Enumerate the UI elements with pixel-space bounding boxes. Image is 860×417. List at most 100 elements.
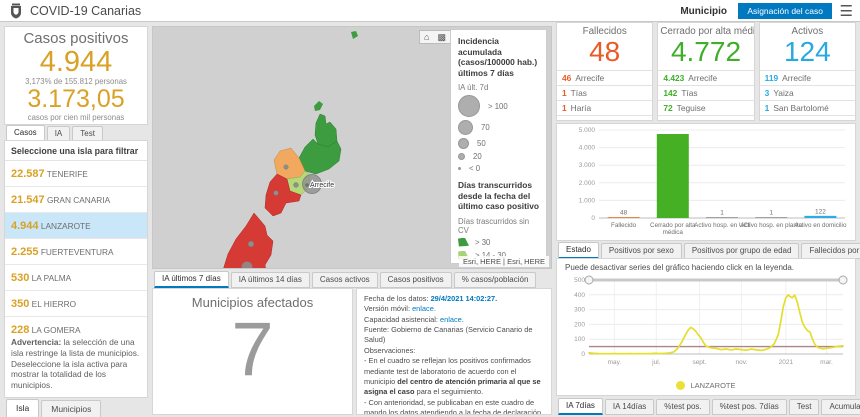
legend-size-row: < 0 [458, 164, 539, 173]
svg-text:3.000: 3.000 [579, 162, 596, 169]
stat-value: 124 [760, 37, 855, 68]
map-panel[interactable]: Arrecife ⌂ ▩ Incidencia acumulada (casos… [152, 26, 552, 269]
stat-row-arrecife[interactable]: 119Arrecife [760, 70, 855, 85]
svg-text:500: 500 [574, 277, 585, 284]
legend-title: Incidencia acumulada (casos/100000 hab.)… [458, 36, 539, 78]
timeline-panel: Puede desactivar series del gráfico haci… [556, 258, 856, 396]
bar-fallecido[interactable] [608, 217, 640, 218]
svg-text:100: 100 [574, 336, 585, 343]
legend-day-row: > 30 [458, 238, 539, 247]
island-row-fuerteventura[interactable]: 2.255 FUERTEVENTURA [5, 239, 147, 265]
stat-row-arrecife[interactable]: 4.423Arrecife [658, 70, 753, 85]
map-symbol-san-bartolome [294, 183, 299, 188]
svg-text:0: 0 [591, 215, 595, 222]
stat-row-san-bartolom[interactable]: 0San Bartolomé [557, 115, 652, 121]
stat-row-yaiza[interactable]: 3Yaiza [760, 85, 855, 100]
time-slider-handle-right[interactable] [839, 276, 847, 284]
tab-ia-7d-as[interactable]: IA 7días [558, 398, 603, 415]
circle-size-icon [458, 153, 465, 160]
tab-acumulado[interactable]: Acumulado [821, 399, 860, 415]
tab-isla[interactable]: Isla [6, 399, 39, 417]
legend-subtitle: IA últ. 7d [458, 83, 539, 92]
stat-row-t-as[interactable]: 142Tías [658, 85, 753, 100]
tab-ia-ltimos-7-d-as[interactable]: IA últimos 7 días [154, 271, 229, 288]
bar-activo-en-domicilio[interactable] [804, 216, 836, 218]
stat-cards: Fallecidos48 46Arrecife1Tías1Haría0San Ba… [556, 22, 856, 121]
stat-value: 4.772 [658, 37, 753, 68]
data-source: Fuente: Gobierno de Canarias (Servicio C… [364, 325, 544, 346]
island-filter-panel: Seleccione una isla para filtrar 22.587 … [4, 140, 148, 398]
bar-activo-hosp-en-planta[interactable] [755, 217, 787, 218]
bar-cerrado-por-alta-m-dica[interactable] [657, 134, 689, 218]
estado-chart-panel: 01.0002.0003.0004.0005.00048FallecidoCer… [556, 123, 856, 241]
hamburger-menu-icon[interactable]: ☰ [840, 2, 853, 20]
map-attribution: Esri, HERE | Esri, HERE [459, 256, 549, 267]
svg-text:2.000: 2.000 [579, 180, 596, 187]
map-symbol-tinajo [284, 165, 288, 169]
header-bar: COVID-19 Canarias Municipio Asignación d… [0, 0, 860, 22]
tab-municipios[interactable]: Municipios [41, 400, 101, 417]
svg-text:122: 122 [815, 208, 826, 215]
stat-row-har-a[interactable]: 1Haría [557, 100, 652, 115]
time-slider-handle-left[interactable] [585, 276, 593, 284]
asignacion-del-caso-button[interactable]: Asignación del caso [738, 3, 832, 19]
casos-rate: 3.173,05 [5, 86, 147, 112]
stat-card-fallecidos: Fallecidos48 46Arrecife1Tías1Haría0San Ba… [556, 22, 653, 121]
stat-title: Cerrado por alta médic… [658, 23, 753, 37]
tab-test-pos-7d-as[interactable]: %test pos. 7días [712, 399, 787, 415]
tab-estado[interactable]: Estado [558, 242, 599, 259]
svg-text:5.000: 5.000 [579, 127, 596, 134]
tab-casos-positivos[interactable]: Casos positivos [380, 272, 452, 288]
tab-positivos-por-grupo-de-edad[interactable]: Positivos por grupo de edad [684, 243, 800, 259]
bar-activo-hosp-en-uci[interactable] [706, 217, 738, 218]
tab-casos-poblaci-n[interactable]: % casos/población [454, 272, 537, 288]
tab-ia-14d-as[interactable]: IA 14días [605, 399, 654, 415]
island-row-la-palma[interactable]: 530 LA PALMA [5, 265, 147, 291]
stat-title: Fallecidos [557, 23, 652, 37]
canarias-crest-icon [9, 3, 23, 19]
map-symbol-arrecife-dot [305, 183, 309, 187]
island-row-gran-canaria[interactable]: 21.547 GRAN CANARIA [5, 187, 147, 213]
timeline-tabbar: IA 7díasIA 14días%test pos.%test pos. 7d… [558, 398, 860, 415]
stat-row-tinajo[interactable]: 1Tinajo [760, 115, 855, 121]
casos-positivos-total: 4.944 [5, 47, 147, 77]
svg-text:1: 1 [720, 210, 724, 217]
island-row-tenerife[interactable]: 22.587 TENERIFE [5, 161, 147, 187]
svg-text:1.000: 1.000 [579, 197, 596, 204]
observation-2: - Con anterioridad, se publicaban en est… [364, 398, 544, 415]
stat-row-teguise[interactable]: 72Teguise [658, 100, 753, 115]
tab-casos-activos[interactable]: Casos activos [312, 272, 378, 288]
day-swatch-icon [458, 238, 469, 247]
legend-days-subtitle: Días trascurridos sin CV [458, 217, 539, 235]
tab-test-pos[interactable]: %test pos. [656, 399, 709, 415]
mobile-link[interactable]: enlace. [412, 304, 436, 313]
dashboard-root: COVID-19 Canarias Municipio Asignación d… [0, 0, 860, 417]
capacity-link[interactable]: enlace. [440, 315, 464, 324]
casos-positivos-panel: Casos positivos 4.944 3,173% de 155.812 … [4, 26, 148, 125]
stat-row-yaiza[interactable]: 58Yaiza [658, 115, 753, 121]
legend-size-row: 50 [458, 138, 539, 149]
tab-test[interactable]: Test [789, 399, 820, 415]
stat-row-arrecife[interactable]: 46Arrecife [557, 70, 652, 85]
tab-fallecidos-por-edad-y-sexo[interactable]: Fallecidos por edad y sexo [801, 243, 860, 259]
stat-card-activos: Activos124119Arrecife3Yaiza1San Bartolom… [759, 22, 856, 121]
municipios-afectados-value: 7 [153, 310, 352, 390]
island-row-lanzarote[interactable]: 4.944 LANZAROTE [5, 213, 147, 239]
timeline-legend[interactable]: LANZAROTE [557, 381, 855, 390]
map-city-label: Arrecife [310, 182, 334, 189]
home-icon[interactable]: ⌂ [424, 32, 429, 42]
island-row-el-hierro[interactable]: 350 EL HIERRO [5, 291, 147, 317]
stat-row-t-as[interactable]: 1Tías [557, 85, 652, 100]
stat-value: 48 [557, 37, 652, 68]
svg-text:2021: 2021 [779, 359, 794, 366]
map-toolbar: ⌂ ▩ [419, 30, 451, 44]
svg-text:Fallecido: Fallecido [611, 222, 637, 229]
casos-positivos-title: Casos positivos [5, 30, 147, 47]
stat-row-san-bartolom[interactable]: 1San Bartolomé [760, 100, 855, 115]
tab-ia-ltimos-14-d-as[interactable]: IA últimos 14 días [231, 272, 310, 288]
tab-positivos-por-sexo[interactable]: Positivos por sexo [601, 243, 682, 259]
estado-tabbar: EstadoPositivos por sexoPositivos por gr… [558, 242, 860, 259]
circle-size-icon [458, 120, 473, 135]
basemap-icon[interactable]: ▩ [437, 32, 446, 43]
svg-text:jul.: jul. [651, 359, 661, 366]
